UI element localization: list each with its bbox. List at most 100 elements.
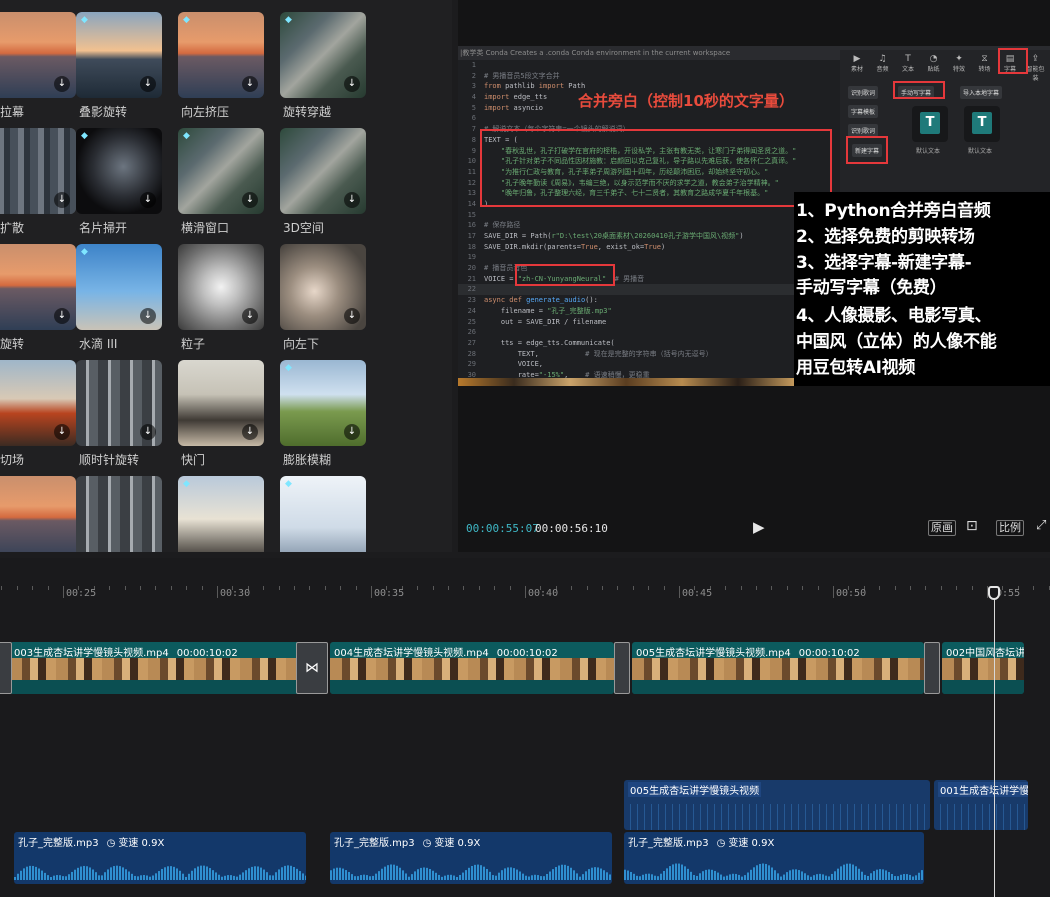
transition-marker[interactable]: ⋈ — [296, 642, 328, 694]
effect-label: 3D空间 — [283, 221, 324, 235]
focus-icon[interactable]: ⊡ — [966, 518, 978, 534]
ruler-tick — [202, 586, 203, 590]
speed-icon: ◷ — [716, 838, 726, 849]
line-number: 5 — [471, 103, 476, 112]
effect-tile[interactable]: ↓ — [0, 244, 76, 330]
transition-marker[interactable] — [924, 642, 940, 694]
subtitle-clip[interactable]: 001生成杏坛讲学慢镜 — [934, 780, 1028, 830]
time-ruler[interactable]: 00:25 00:30 00:35 00:40 00:45 00:50 00:55 — [0, 586, 1050, 608]
side-tab-6[interactable]: ⧖ 转场 — [974, 54, 996, 73]
download-icon[interactable]: ↓ — [54, 308, 70, 324]
line-number: 9 — [471, 146, 476, 155]
effect-tile[interactable]: ↓ — [76, 360, 162, 446]
effect-tile[interactable]: ↓ — [0, 360, 76, 446]
ruler-tick — [741, 586, 742, 590]
playhead-line[interactable] — [994, 588, 995, 897]
download-icon[interactable]: ↓ — [344, 76, 360, 92]
subtitle-template-button[interactable]: 字幕模板 — [848, 105, 879, 118]
effect-tile[interactable]: ↓ — [178, 244, 264, 330]
code-line: 23 async def generate_audio(): — [458, 295, 840, 306]
download-icon[interactable]: ↓ — [140, 76, 156, 92]
effect-tile[interactable]: ◆ ↓ — [280, 360, 366, 446]
instruction-notes: 1、Python合并旁白音频 2、选择免费的剪映转场 3、选择字幕-新建字幕- 手动写… — [794, 192, 1050, 386]
original-quality-button[interactable]: 原画 — [928, 520, 956, 536]
effect-tile[interactable]: ◆ — [280, 476, 366, 552]
code-line: 16 # 保存路径 — [458, 220, 840, 231]
text-highlight-box — [480, 129, 832, 207]
recognize-lyrics-button[interactable]: 识别歌词 — [848, 86, 879, 99]
code-line: 29 VOICE, — [458, 359, 840, 370]
vip-gem-icon: ◆ — [183, 479, 190, 489]
text-template-card[interactable]: T — [912, 106, 948, 142]
subtitle-clip[interactable]: 005生成杏坛讲学慢镜头视频 — [624, 780, 930, 830]
video-clip[interactable]: 004生成杏坛讲学慢镜头视频.mp4 00:00:10:02 — [330, 642, 614, 694]
effect-label: 顺时针旋转 — [79, 453, 140, 467]
ruler-tick — [941, 586, 942, 590]
code-text: # 男播音员5段文字合并 — [484, 71, 560, 80]
video-clip-frames — [330, 658, 614, 680]
download-icon[interactable]: ↓ — [54, 192, 70, 208]
download-icon[interactable]: ↓ — [242, 192, 258, 208]
code-text: import asyncio — [484, 103, 544, 112]
download-icon[interactable]: ↓ — [242, 308, 258, 324]
download-icon[interactable]: ↓ — [242, 76, 258, 92]
effect-tile[interactable]: ◆ ↓ — [76, 128, 162, 214]
playhead-handle[interactable] — [988, 586, 1000, 600]
effect-tile[interactable]: ↓ — [0, 128, 76, 214]
ratio-button[interactable]: 比例 — [996, 520, 1024, 536]
play-icon[interactable]: ▶ — [753, 518, 765, 536]
video-clip[interactable]: 005生成杏坛讲学慢镜头视频.mp4 00:00:10:02 — [632, 642, 924, 694]
video-clip[interactable]: 003生成杏坛讲学慢镜头视频.mp4 00:00:10:02 — [10, 642, 300, 694]
effect-tile[interactable]: ◆ ↓ — [178, 128, 264, 214]
code-line: 26 — [458, 327, 840, 338]
ruler-tick — [479, 586, 480, 590]
effect-tile[interactable]: ↓ — [0, 12, 76, 98]
audio-waveform — [330, 864, 611, 880]
transition-marker[interactable] — [0, 642, 12, 694]
fullscreen-icon[interactable]: ⤢ — [1036, 518, 1046, 533]
audio-clip-speed: 变速 0.9X — [728, 838, 775, 849]
subtitle-clip-name: 001生成杏坛讲学慢镜 — [938, 782, 1028, 797]
ruler-tick — [356, 586, 357, 590]
manual-subtitle-highlight — [893, 81, 945, 99]
download-icon[interactable]: ↓ — [140, 308, 156, 324]
line-number: 13 — [467, 189, 476, 198]
side-tab-4[interactable]: ◔ 贴纸 — [923, 54, 945, 73]
code-text: tts = edge_tts.Communicate( — [484, 338, 615, 347]
effect-tile[interactable]: ◆ ↓ — [178, 12, 264, 98]
transition-marker[interactable] — [614, 642, 630, 694]
ruler-tick — [125, 586, 126, 590]
effect-tile[interactable]: ↓ — [280, 244, 366, 330]
effect-tile[interactable] — [76, 476, 162, 552]
ruler-tick — [587, 586, 588, 590]
effect-tile[interactable]: ↓ — [178, 360, 264, 446]
text-template-card[interactable]: T — [964, 106, 1000, 142]
download-icon[interactable]: ↓ — [344, 192, 360, 208]
download-icon[interactable]: ↓ — [344, 308, 360, 324]
side-tab-5[interactable]: ✦ 特效 — [948, 54, 970, 73]
import-subtitle-button[interactable]: 导入本地字幕 — [960, 86, 1003, 99]
side-tab-2[interactable]: ♫ 音频 — [872, 54, 894, 73]
effect-label: 旋转 — [0, 337, 25, 351]
download-icon[interactable]: ↓ — [344, 424, 360, 440]
effect-tile[interactable]: ◆ ↓ — [76, 12, 162, 98]
effect-tile[interactable]: ◆ ↓ — [280, 12, 366, 98]
audio-clip[interactable]: 孔子_完整版.mp3 ◷ 变速 0.9X — [14, 832, 306, 884]
effect-tile[interactable] — [0, 476, 76, 552]
effect-tile[interactable]: ◆ ↓ — [76, 244, 162, 330]
download-icon[interactable]: ↓ — [54, 76, 70, 92]
download-icon[interactable]: ↓ — [140, 424, 156, 440]
side-tab-3[interactable]: T 文本 — [897, 54, 919, 73]
download-icon[interactable]: ↓ — [140, 192, 156, 208]
download-icon[interactable]: ↓ — [54, 424, 70, 440]
side-tab-1[interactable]: ▶ 素材 — [846, 54, 868, 73]
audio-clip[interactable]: 孔子_完整版.mp3 ◷ 变速 0.9X — [624, 832, 924, 884]
line-number: 10 — [467, 157, 476, 166]
audio-clip[interactable]: 孔子_完整版.mp3 ◷ 变速 0.9X — [330, 832, 612, 884]
effect-tile[interactable]: ↓ — [280, 128, 366, 214]
video-clip[interactable]: 002中国风杏坛讲 — [942, 642, 1024, 694]
code-line: 24 filename = "孔子_完整版.mp3" — [458, 306, 840, 317]
ruler-tick — [802, 586, 803, 590]
download-icon[interactable]: ↓ — [242, 424, 258, 440]
effect-tile[interactable]: ◆ — [178, 476, 264, 552]
